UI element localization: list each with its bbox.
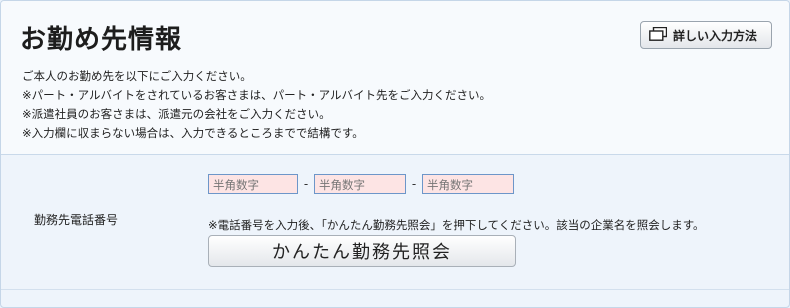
- divider: [1, 289, 789, 290]
- phone-separator: -: [411, 177, 417, 191]
- employer-phone-label: 勤務先電話番号: [34, 213, 119, 227]
- section-header: お勤め先情報 詳しい入力方法 ご本人のお勤め先を以下にご入力ください。 ※パート…: [1, 1, 789, 155]
- note-line: ※パート・アルバイトをされているお客さまは、パート・アルバイト先をご入力ください…: [22, 88, 492, 102]
- phone-exchange-input[interactable]: [314, 174, 406, 194]
- note-line: ※入力欄に収まらない場合は、入力できるところまでで結構です。: [22, 126, 364, 140]
- instruction-notes: ご本人のお勤め先を以下にご入力ください。 ※パート・アルバイトをされているお客さ…: [22, 67, 491, 143]
- phone-number-input[interactable]: [422, 174, 514, 194]
- note-line: ご本人のお勤め先を以下にご入力ください。: [22, 69, 252, 83]
- employer-info-panel: お勤め先情報 詳しい入力方法 ご本人のお勤め先を以下にご入力ください。 ※パート…: [0, 0, 790, 308]
- phone-lookup-note: ※電話番号を入力後、「かんたん勤務先照会」を押下してください。該当の企業名を照会…: [208, 218, 705, 232]
- employer-phone-inputs: - -: [208, 173, 514, 195]
- window-icon: [649, 26, 668, 44]
- phone-area-code-input[interactable]: [208, 174, 298, 194]
- detailed-input-method-button[interactable]: 詳しい入力方法: [640, 21, 772, 49]
- note-line: ※派遣社員のお客さまは、派遣元の会社をご入力ください。: [22, 107, 331, 121]
- section-title: お勤め先情報: [20, 25, 183, 55]
- phone-separator: -: [303, 177, 309, 191]
- detail-button-label: 詳しい入力方法: [673, 28, 758, 43]
- easy-employer-lookup-button[interactable]: かんたん勤務先照会: [208, 235, 516, 267]
